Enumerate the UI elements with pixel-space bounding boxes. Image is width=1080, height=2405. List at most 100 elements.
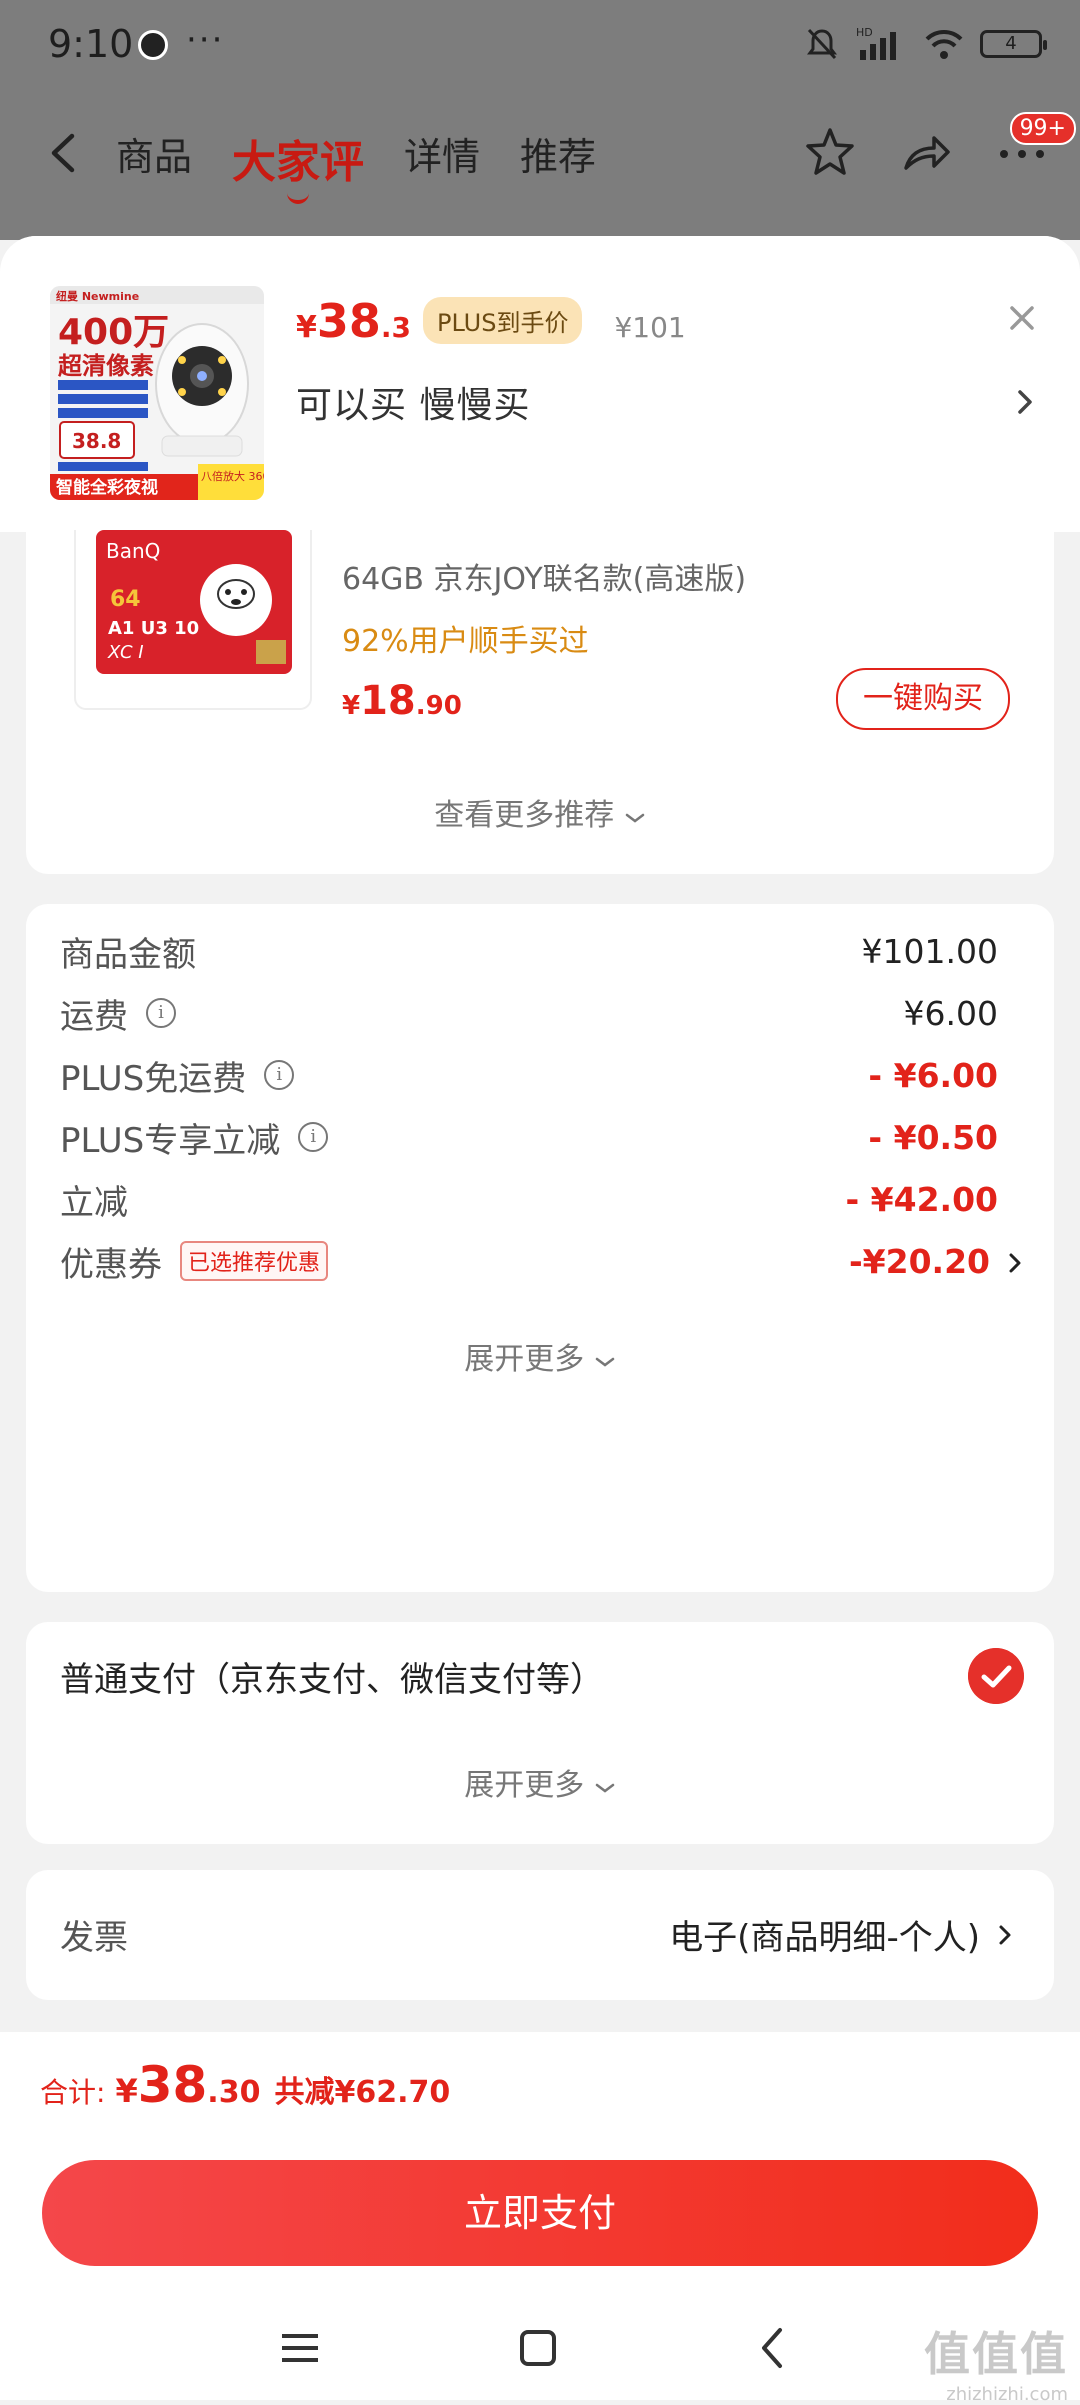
coupon-label: 优惠券 已选推荐优惠 <box>60 1237 329 1286</box>
instant-discount-text: 立减 <box>60 1182 128 1223</box>
status-bar: 9:10 ··· HD 4 <box>0 0 1080 100</box>
expand-price-details-link[interactable]: 展开更多 <box>26 1334 1054 1378</box>
expand-payment-label: 展开更多 <box>464 1768 585 1803</box>
invoice-type: 电子(商品明细-个人) <box>669 1918 980 1958</box>
recommendation-product-image[interactable]: BanQ 64 A1 U3 10 XC I <box>74 530 312 710</box>
subtotal-value: ¥101.00 <box>861 931 998 971</box>
price-row-coupon[interactable]: 优惠券 已选推荐优惠 -¥20.20 <box>60 1236 1028 1286</box>
recommendation-price: ¥18.90 <box>342 678 462 724</box>
back-arrow-icon[interactable] <box>40 128 90 178</box>
more-recommendations-link[interactable]: 查看更多推荐 <box>26 790 1054 834</box>
sd-brand: BanQ <box>106 539 160 563</box>
price-decimal: .3 <box>380 311 412 344</box>
star-icon[interactable] <box>802 124 858 180</box>
bell-muted-icon <box>807 28 837 60</box>
status-more: ··· <box>186 20 225 60</box>
payment-method-option[interactable]: 普通支付（京东支付、微信支付等） <box>60 1652 604 1701</box>
thumb-footer: 智能全彩夜视 <box>56 477 158 498</box>
subtotal-label: 商品金额 <box>60 927 196 976</box>
message-count-badge: 99+ <box>1009 112 1076 145</box>
price-detail-card: 商品金额 ¥101.00 运费 i ¥6.00 PLUS免运费 i - ¥6.00 … <box>26 904 1054 1592</box>
status-icons: HD 4 <box>804 26 1047 62</box>
shipping-value: ¥6.00 <box>903 993 998 1033</box>
plus-discount-value: - ¥0.50 <box>868 1117 998 1157</box>
original-price: ¥101 <box>614 311 686 344</box>
coupon-amount: -¥20.20 <box>848 1241 990 1281</box>
payment-method-card: 普通支付（京东支付、微信支付等） 展开更多 <box>26 1622 1054 1844</box>
expand-payment-methods-link[interactable]: 展开更多 <box>26 1760 1054 1804</box>
info-icon[interactable]: i <box>298 1122 329 1152</box>
one-click-buy-button[interactable]: 一键购买 <box>836 668 1010 730</box>
recommendation-spec: 64GB 京东JOY联名款(高速版) <box>342 562 747 597</box>
invoice-value: 电子(商品明细-个人) <box>669 1910 1018 1959</box>
coupon-recommended-tag: 已选推荐优惠 <box>180 1241 329 1281</box>
check-selected-icon[interactable] <box>968 1648 1024 1704</box>
pay-now-button[interactable]: 立即支付 <box>42 2160 1038 2266</box>
tab-details[interactable]: 详情 <box>404 126 480 190</box>
price-row-shipping: 运费 i ¥6.00 <box>60 988 998 1038</box>
price-row-instant-discount: 立减 - ¥42.00 <box>60 1174 998 1224</box>
signal-icon: HD <box>856 26 896 60</box>
home-icon[interactable] <box>510 2320 566 2376</box>
price-row-plus-discount: PLUS专享立减 i - ¥0.50 <box>60 1112 998 1162</box>
summary-price: ¥38.3 <box>296 294 411 348</box>
thumb-headline-2: 超清像素 <box>58 352 154 380</box>
subtotal-text: 商品金额 <box>60 934 196 975</box>
plus-free-shipping-value: - ¥6.00 <box>868 1055 998 1095</box>
share-icon[interactable] <box>898 124 954 180</box>
menu-icon[interactable] <box>272 2320 328 2376</box>
summary-price-row: ¥38.3 PLUS到手价 ¥101 <box>296 294 686 350</box>
close-icon[interactable] <box>1000 296 1044 340</box>
coupon-value: -¥20.20 <box>849 1242 1028 1281</box>
instant-discount-value: - ¥42.00 <box>845 1179 998 1219</box>
price-currency: ¥ <box>296 310 317 345</box>
info-icon[interactable]: i <box>264 1060 295 1090</box>
shipping-text: 运费 <box>60 996 128 1037</box>
tab-recommend[interactable]: 推荐 <box>520 126 596 190</box>
thumb-price: 38.8 <box>72 429 121 453</box>
total-savings: 共减¥62.70 <box>274 2075 451 2110</box>
rec-price-integer: 18 <box>360 678 416 724</box>
tab-product[interactable]: 商品 <box>116 126 192 190</box>
plus-free-shipping-text: PLUS免运费 <box>60 1058 247 1099</box>
more-recommendations-label: 查看更多推荐 <box>434 798 615 833</box>
info-icon[interactable]: i <box>146 998 176 1028</box>
price-row-subtotal: 商品金额 ¥101.00 <box>60 926 998 976</box>
total-label: 合计: <box>40 2076 106 2109</box>
total-decimal: .30 <box>207 2075 261 2110</box>
expand-price-label: 展开更多 <box>464 1342 585 1377</box>
price-row-plus-free-shipping: PLUS免运费 i - ¥6.00 <box>60 1050 998 1100</box>
watermark-logo: 值值值 <box>924 2327 1068 2381</box>
tab-reviews[interactable]: 大家评 <box>232 126 364 204</box>
chevron-right-icon <box>1009 1253 1021 1273</box>
chevron-right-icon[interactable] <box>1010 382 1040 422</box>
rec-price-currency: ¥ <box>342 691 361 721</box>
watermark-url: zhizhizhi.com <box>946 2384 1068 2405</box>
checkout-bottom-bar: 合计: ¥ 38 .30 共减¥62.70 立即支付 值值值 zhizhizhi… <box>0 2032 1080 2405</box>
plus-discount-label: PLUS专享立减 i <box>60 1113 329 1162</box>
thumb-brand: 纽曼 Newmine <box>56 289 139 303</box>
nav-tabs: 商品 大家评 详情 推荐 <box>116 126 596 204</box>
coupon-text: 优惠券 <box>60 1244 162 1285</box>
chevron-down-icon <box>595 1357 615 1367</box>
total-integer: 38 <box>137 2056 208 2114</box>
total-currency: ¥ <box>115 2072 138 2110</box>
app-notification-icon <box>138 30 168 60</box>
product-navbar: 商品 大家评 详情 推荐 99+ <box>0 100 1080 210</box>
shipping-label: 运费 i <box>60 989 176 1038</box>
instant-discount-label: 立减 <box>60 1175 128 1224</box>
more-menu-button[interactable]: 99+ <box>994 112 1076 180</box>
product-thumbnail: 纽曼 Newmine 400万 超清像素 38.8 智能全彩夜视 八倍放大 36 <box>50 286 264 500</box>
svg-text:HD: HD <box>856 26 873 39</box>
svg-text:A1 U3 10: A1 U3 10 <box>108 618 199 639</box>
invoice-card[interactable]: 发票 电子(商品明细-个人) <box>26 1870 1054 2000</box>
product-summary-header: 纽曼 Newmine 400万 超清像素 38.8 智能全彩夜视 八倍放大 36… <box>0 236 1080 532</box>
sd-capacity: 64 <box>110 587 141 612</box>
svg-text:XC I: XC I <box>107 642 144 663</box>
watermark: 值值值 zhizhizhi.com <box>924 2318 1068 2405</box>
plus-price-tag: PLUS到手价 <box>423 297 583 344</box>
system-back-icon[interactable] <box>746 2320 802 2376</box>
price-slogan-link[interactable]: 可以买 慢慢买 <box>296 376 530 428</box>
status-time: 9:10 <box>48 22 134 66</box>
thumb-headline-1: 400万 <box>58 312 169 353</box>
